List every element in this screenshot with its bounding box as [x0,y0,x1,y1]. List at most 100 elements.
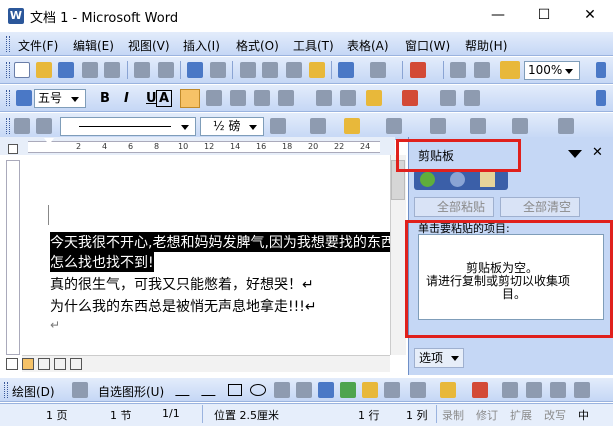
save-icon[interactable] [58,62,74,78]
toolbar-grip[interactable] [4,382,8,398]
forward-icon[interactable] [450,172,465,187]
menu-view[interactable]: 视图(V) [128,37,170,54]
toolbar-grip[interactable] [6,90,10,106]
numbering-icon[interactable] [316,90,332,106]
distributed-icon[interactable] [254,90,270,106]
task-pane-close-icon[interactable]: ✕ [592,145,603,160]
draw-menu[interactable]: 绘图(D) [12,383,55,400]
insert-table-icon[interactable] [450,62,466,78]
menu-insert[interactable]: 插入(I) [183,37,220,54]
dash-style-icon[interactable] [526,382,542,398]
insert-table-icon[interactable] [386,118,402,134]
distribute-rows-icon[interactable] [512,118,528,134]
line-style-select[interactable] [60,117,196,136]
highlight-icon[interactable] [366,90,382,106]
bold-button[interactable]: B [100,91,110,106]
clip-art-icon[interactable] [362,382,378,398]
document-line[interactable]: 怎么找也找不到! [50,252,154,272]
phonetic-guide-icon[interactable] [440,90,456,106]
clear-all-button[interactable]: 全部清空 [500,197,580,217]
columns-icon[interactable] [474,62,490,78]
select-objects-icon[interactable] [72,382,88,398]
character-border-button[interactable]: A [156,90,172,107]
tab-selector[interactable] [8,144,18,154]
toolbar-grip[interactable] [6,62,10,78]
autoshapes-menu[interactable]: 自选图形(U) [98,383,164,400]
text-box-icon[interactable] [274,382,290,398]
align-left-icon[interactable] [180,89,200,108]
research-icon[interactable] [210,62,226,78]
draw-table-icon[interactable] [14,118,30,134]
menu-help[interactable]: 帮助(H) [465,37,507,54]
spelling-icon[interactable] [187,62,203,78]
menu-edit[interactable]: 编辑(E) [73,37,114,54]
autofit-icon[interactable] [558,118,574,134]
maximize-button[interactable]: ☐ [521,0,567,30]
underline-button[interactable]: U [146,91,157,106]
font-color-icon[interactable] [402,90,418,106]
shading-color-icon[interactable] [344,118,360,134]
eraser-icon[interactable] [36,118,52,134]
first-line-indent-marker[interactable] [44,138,54,145]
line-color-icon[interactable] [440,382,456,398]
bullets-icon[interactable] [340,90,356,106]
toolbar-options-icon[interactable] [596,90,606,106]
align-center-icon[interactable] [206,90,222,106]
undo-icon[interactable] [338,62,354,78]
oval-icon[interactable] [250,384,266,396]
border-color-icon[interactable] [270,118,286,134]
options-button[interactable]: 选项 [414,348,464,368]
rectangle-icon[interactable] [228,384,242,396]
toolbar-options-icon[interactable] [596,62,606,78]
font-icon[interactable] [16,90,32,106]
outline-view-icon[interactable] [70,358,82,370]
vertical-text-box-icon[interactable] [296,382,312,398]
show-hide-marks-icon[interactable] [500,61,520,79]
outside-border-icon[interactable] [310,118,326,134]
new-document-icon[interactable] [14,62,30,78]
print-preview-icon[interactable] [158,62,174,78]
zoom-select[interactable]: 100% [524,61,580,80]
line-weight-select[interactable]: ½ 磅 [200,117,264,136]
menu-tools[interactable]: 工具(T) [293,37,334,54]
document-line[interactable]: ↵ [50,318,60,332]
menu-window[interactable]: 窗口(W) [405,37,450,54]
format-painter-icon[interactable] [309,62,325,78]
font-color-icon[interactable] [472,382,488,398]
font-size-select[interactable]: 五号 [34,89,86,108]
toolbar-grip[interactable] [6,36,10,52]
email-icon[interactable] [104,62,120,78]
reading-layout-icon[interactable] [54,358,66,370]
toolbar-grip[interactable] [6,118,10,134]
print-layout-icon[interactable] [38,358,50,370]
status-overtype[interactable]: 改写 [544,407,566,423]
close-button[interactable]: ✕ [567,0,613,30]
line-icon[interactable] [174,384,200,396]
shadow-style-icon[interactable] [574,382,590,398]
italic-button[interactable]: I [124,91,129,106]
paste-all-button[interactable]: 全部粘贴 [414,197,494,217]
task-pane-menu-icon[interactable] [568,150,582,158]
diagram-icon[interactable] [340,382,356,398]
picture-icon[interactable] [384,382,400,398]
document-line[interactable]: 今天我很不开心,老想和妈妈发脾气,因为我想要找的东西, [50,232,400,252]
menu-format[interactable]: 格式(O) [236,37,279,54]
document-line[interactable]: 为什么我的东西总是被悄无声息地拿走!!!↵ [50,296,317,316]
arrow-style-icon[interactable] [550,382,566,398]
status-track-changes[interactable]: 修订 [476,407,498,423]
menu-table[interactable]: 表格(A) [347,37,389,54]
web-view-icon[interactable] [22,358,34,370]
document-line[interactable]: 真的很生气，可我又只能憋着，好想哭！↵ [50,274,314,294]
permission-icon[interactable] [82,62,98,78]
status-record[interactable]: 录制 [442,407,464,423]
wordart-icon[interactable] [318,382,334,398]
back-icon[interactable] [420,172,435,187]
ink-annotation-icon[interactable] [410,62,426,78]
cut-icon[interactable] [240,62,256,78]
home-icon[interactable] [480,172,495,187]
redo-icon[interactable] [370,62,386,78]
minimize-button[interactable]: — [475,0,521,30]
line-spacing-icon[interactable] [278,90,294,106]
print-icon[interactable] [134,62,150,78]
arrow-icon[interactable] [200,384,226,396]
